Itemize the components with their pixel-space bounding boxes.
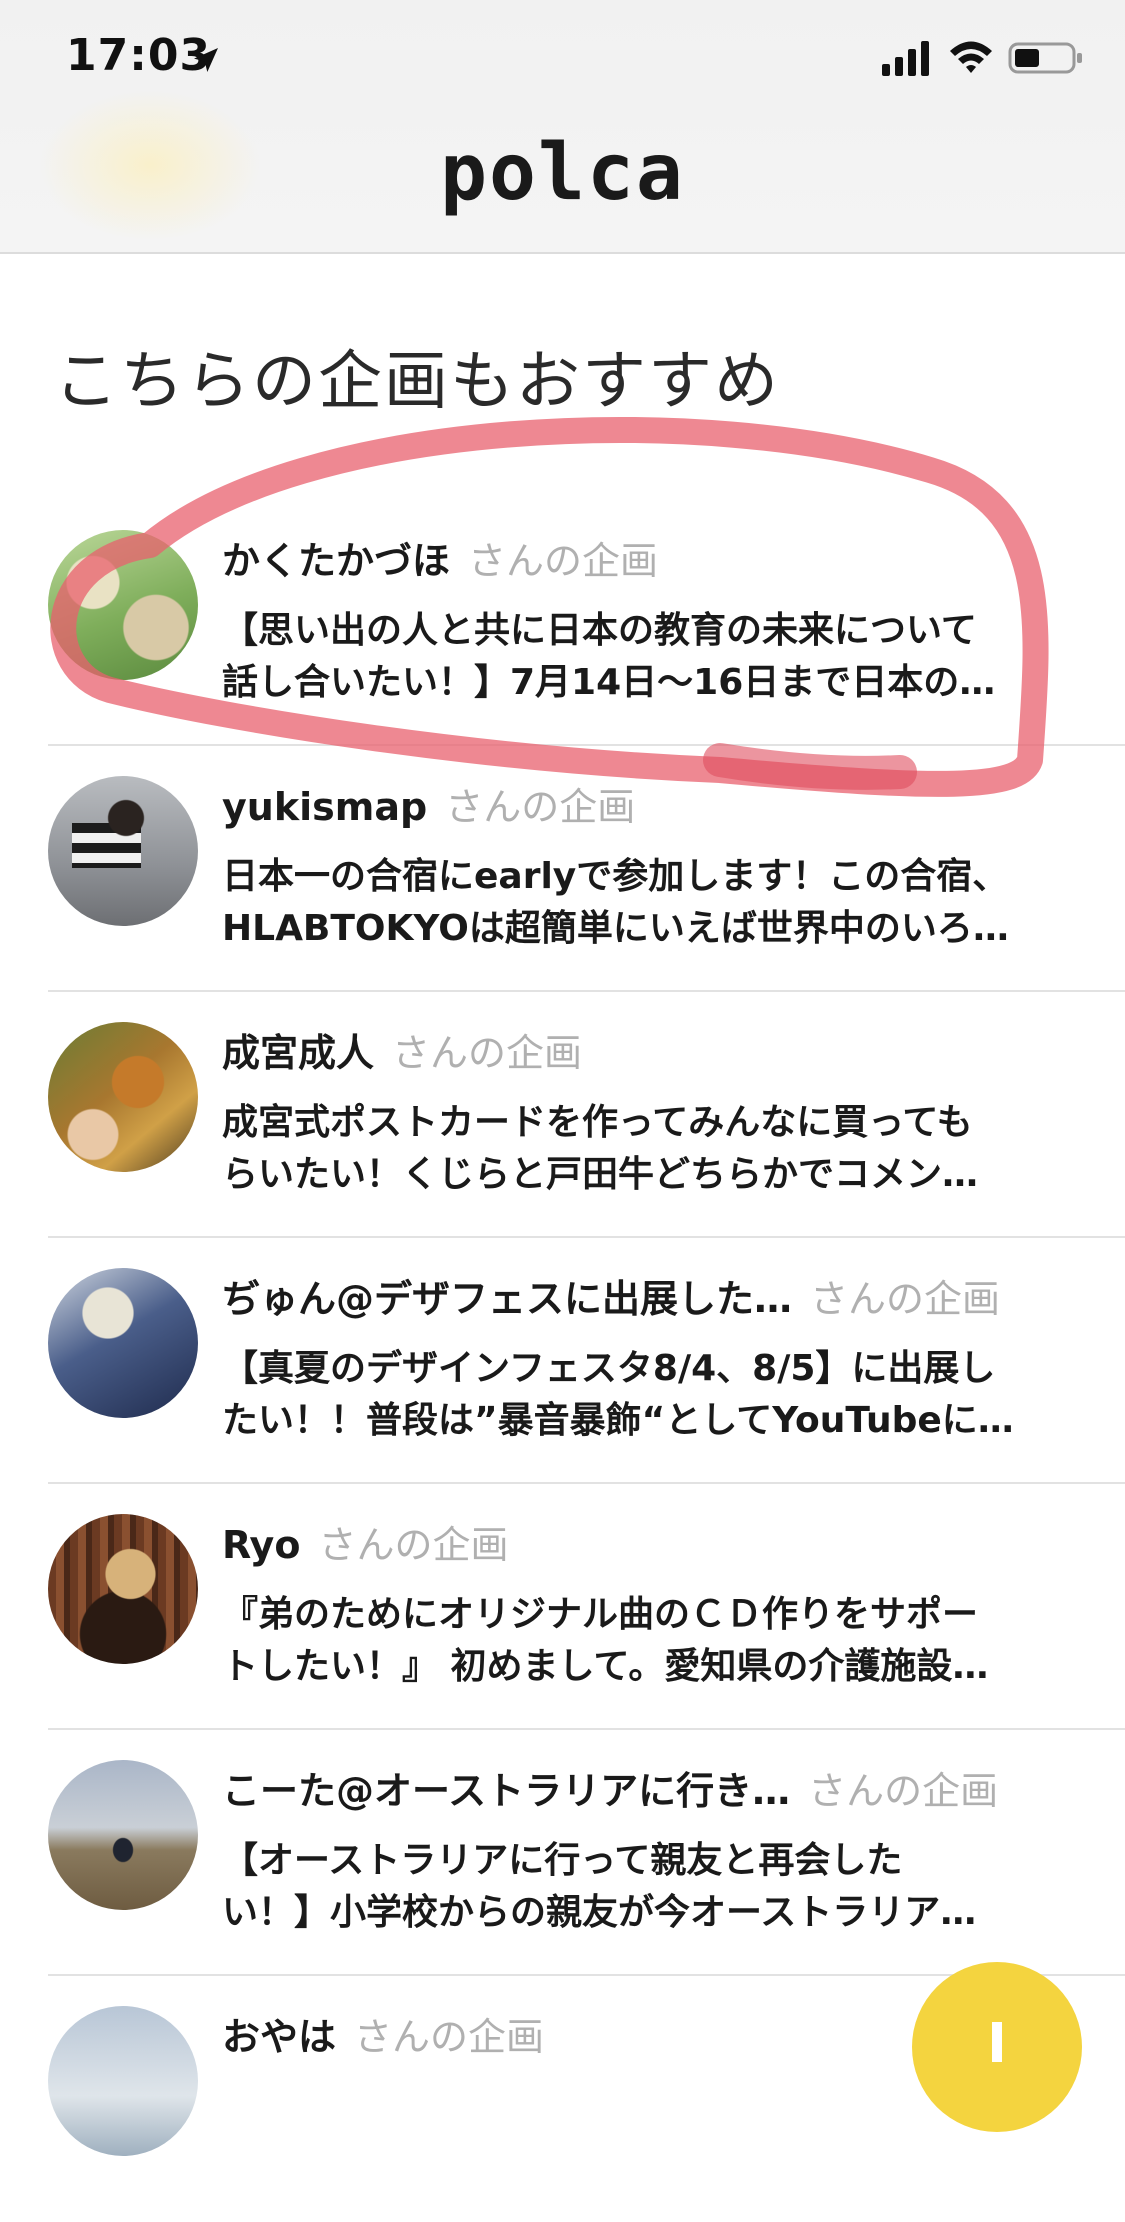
list-item[interactable]: かくたかづほ さんの企画 【思い出の人と共に日本の教育の未来について 話し合いたい… (0, 500, 1125, 746)
section-title: こちらの企画もおすすめ (54, 345, 780, 419)
plus-icon (992, 2022, 1002, 2062)
status-bar: 17:03 (0, 0, 1125, 120)
description-line: たい！！普段は”暴音暴飾“としてYouTubeに… (222, 1400, 1014, 1441)
author-suffix: さんの企画 (810, 1277, 1001, 1321)
author-name: ぢゅん@デザフェスに出展した… (222, 1277, 793, 1321)
author-name: 成宮成人 (222, 1031, 375, 1075)
cellular-signal-icon (882, 41, 929, 76)
description-line: 【真夏のデザインフェスタ8/4、8/5】に出展し (222, 1348, 996, 1389)
description-line: い！】小学校からの親友が今オーストラリア… (222, 1892, 977, 1933)
location-arrow-icon (194, 48, 218, 72)
avatar (48, 530, 198, 680)
author-name: yukismap (222, 785, 428, 829)
author-suffix: さんの企画 (468, 539, 659, 583)
avatar (48, 1514, 198, 1664)
project-description: 日本一の合宿にearlyで参加します！この合宿、 HLABTOKYOは超簡単にい… (222, 851, 1072, 955)
author-suffix: さんの企画 (318, 1523, 509, 1567)
author-suffix: さんの企画 (445, 785, 636, 829)
description-line: 【オーストラリアに行って親友と再会した (222, 1840, 903, 1881)
list-item[interactable]: 成宮成人 さんの企画 成宮式ポストカードを作ってみんなに買っても らいたい！くじら… (0, 992, 1125, 1238)
description-line: 『弟のためにオリジナル曲のＣＤ作りをサポー (222, 1594, 979, 1635)
list-item[interactable]: ぢゅん@デザフェスに出展した… さんの企画 【真夏のデザインフェスタ8/4、8/5… (0, 1238, 1125, 1484)
author-suffix: さんの企画 (354, 2015, 545, 2059)
project-description: 『弟のためにオリジナル曲のＣＤ作りをサポー トしたい！』 初めまして。愛知県の介… (222, 1589, 1072, 1693)
author-name: Ryo (222, 1523, 301, 1567)
author-name: かくたかづほ (222, 539, 451, 583)
list-item[interactable]: こーた@オーストラリアに行き… さんの企画 【オーストラリアに行って親友と再会した… (0, 1730, 1125, 1976)
list-item[interactable]: Ryo さんの企画 『弟のためにオリジナル曲のＣＤ作りをサポー トしたい！』 初め… (0, 1484, 1125, 1730)
description-line: トしたい！』 初めまして。愛知県の介護施設… (222, 1646, 989, 1687)
project-description: 【思い出の人と共に日本の教育の未来について 話し合いたい！】7月14日〜16日ま… (222, 605, 1072, 709)
description-line: 成宮式ポストカードを作ってみんなに買っても (222, 1102, 973, 1143)
avatar (48, 1022, 198, 1172)
app-logo: polca (440, 128, 685, 218)
description-line: 日本一の合宿にearlyで参加します！この合宿、 (222, 856, 1009, 897)
battery-icon (1008, 42, 1082, 74)
description-line: 話し合いたい！】7月14日〜16日まで日本の… (222, 662, 996, 703)
description-line: らいたい！くじらと戸田牛どちらかでコメン… (222, 1154, 979, 1195)
project-description: 成宮式ポストカードを作ってみんなに買っても らいたい！くじらと戸田牛どちらかでコ… (222, 1097, 1072, 1201)
avatar (48, 2006, 198, 2156)
list-item[interactable]: yukismap さんの企画 日本一の合宿にearlyで参加します！この合宿、 H… (0, 746, 1125, 992)
author-name: おやは (222, 2015, 337, 2059)
description-line: 【思い出の人と共に日本の教育の未来について (222, 610, 977, 651)
project-description: 【真夏のデザインフェスタ8/4、8/5】に出展し たい！！普段は”暴音暴飾“とし… (222, 1343, 1072, 1447)
description-line: HLABTOKYOは超簡単にいえば世界中のいろ… (222, 908, 1009, 949)
avatar (48, 776, 198, 926)
project-description: 【オーストラリアに行って親友と再会した い！】小学校からの親友が今オーストラリア… (222, 1835, 1072, 1939)
create-project-button[interactable] (912, 1962, 1082, 2132)
author-suffix: さんの企画 (392, 1031, 583, 1075)
author-name: こーた@オーストラリアに行き… (222, 1769, 791, 1813)
avatar (48, 1760, 198, 1910)
author-suffix: さんの企画 (808, 1769, 999, 1813)
avatar (48, 1268, 198, 1418)
wifi-icon (950, 41, 992, 73)
